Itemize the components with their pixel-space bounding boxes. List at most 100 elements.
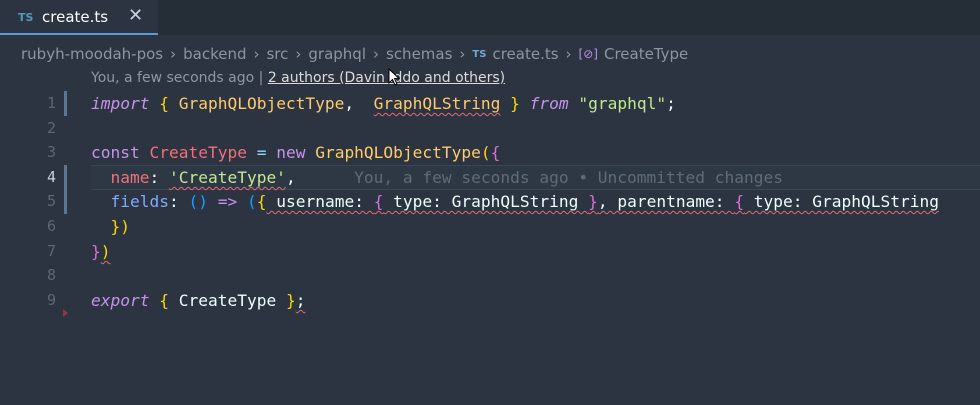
code-text: }) xyxy=(91,214,131,239)
code-token: type: GraphQLString xyxy=(383,192,589,211)
code-text: const CreateType = new GraphQLObjectType… xyxy=(91,140,500,165)
code-token: username: xyxy=(266,192,374,211)
codelens-prefix: You, a few seconds ago | xyxy=(91,70,264,86)
chevron-right-icon: › xyxy=(459,45,466,63)
code-token: GraphQLObjectType xyxy=(178,94,345,113)
code-text: fields: () => ( { username: { type: Graph… xyxy=(91,189,939,214)
code-token: } xyxy=(510,94,520,113)
code-token: name xyxy=(110,168,150,187)
code-line[interactable]: 8 xyxy=(0,263,980,288)
code-token: GraphQLObjectType xyxy=(315,143,481,162)
code-line[interactable]: 5 fields: () => ( { username: { type: Gra… xyxy=(0,189,980,214)
code-token: , xyxy=(344,94,374,113)
code-token: { xyxy=(490,143,501,162)
code-token: () xyxy=(188,192,208,211)
breadcrumb-item[interactable]: rubyh-moodah-pos xyxy=(21,45,163,63)
code-token: }) xyxy=(110,217,131,236)
breadcrumb: rubyh-moodah-pos › backend › src › graph… xyxy=(21,44,688,64)
line-number: 1 xyxy=(46,94,56,112)
code-line[interactable]: 1 import { GraphQLObjectType, GraphQLStri… xyxy=(0,91,980,116)
code-line[interactable]: 4 name: 'CreateType', You, a few seconds… xyxy=(0,165,980,190)
inline-blame: You, a few seconds ago • Uncommitted cha… xyxy=(295,168,783,187)
code-token: { xyxy=(159,291,169,310)
breadcrumb-file[interactable]: create.ts xyxy=(492,45,558,63)
close-icon[interactable]: ✕ xyxy=(128,5,143,26)
code-token: ) xyxy=(100,242,111,261)
line-number: 9 xyxy=(46,291,56,309)
chevron-right-icon: › xyxy=(565,45,572,63)
chevron-right-icon: › xyxy=(253,45,260,63)
chevron-right-icon: › xyxy=(373,45,379,63)
tab-bar: TS create.ts ✕ xyxy=(0,0,980,35)
code-token: { xyxy=(159,94,169,113)
line-number: 5 xyxy=(46,192,56,210)
code-token: GraphQLString xyxy=(373,94,501,113)
code-token: } xyxy=(91,242,101,261)
breadcrumb-symbol[interactable]: CreateType xyxy=(604,45,688,63)
code-token: ( xyxy=(246,192,257,211)
breadcrumb-item[interactable]: backend xyxy=(183,45,246,63)
code-token: CreateType xyxy=(178,291,277,310)
code-line[interactable]: 7}) xyxy=(0,239,980,264)
code-text: }) xyxy=(91,239,111,264)
code-token: const xyxy=(91,143,140,162)
code-token: = xyxy=(256,143,267,162)
chevron-right-icon: › xyxy=(295,45,302,63)
code-token: } xyxy=(588,192,598,211)
code-token: fields xyxy=(110,192,169,211)
line-number: 8 xyxy=(46,266,56,284)
git-change-marker xyxy=(64,91,67,116)
code-text: export { CreateType }; xyxy=(91,288,305,313)
git-change-marker xyxy=(64,165,67,190)
chevron-right-icon: › xyxy=(170,45,177,63)
line-number: 4 xyxy=(46,168,56,186)
typescript-icon: TS xyxy=(472,48,487,60)
code-line[interactable]: 3 const CreateType = new GraphQLObjectTyp… xyxy=(0,140,980,165)
code-text: name: 'CreateType', You, a few seconds a… xyxy=(91,165,783,190)
code-token: export xyxy=(91,291,150,310)
code-token: { xyxy=(373,192,384,211)
code-token: : xyxy=(149,168,169,187)
code-token: => xyxy=(217,192,238,211)
code-token: { xyxy=(734,192,745,211)
tab-create-ts[interactable]: TS create.ts ✕ xyxy=(0,0,158,35)
line-number: 6 xyxy=(46,217,56,235)
code-token: ; xyxy=(666,94,676,113)
codelens-blame: You, a few seconds ago | 2 authors (Davi… xyxy=(91,70,505,86)
mouse-pointer-icon xyxy=(388,68,401,86)
breadcrumb-item[interactable]: schemas xyxy=(386,45,452,63)
code-line[interactable]: 6 }) xyxy=(0,214,980,239)
tab-label: create.ts xyxy=(42,8,109,26)
code-token: } xyxy=(285,291,296,310)
code-token: new xyxy=(276,143,306,162)
code-token: "graphql" xyxy=(578,94,667,113)
code-token: from xyxy=(529,94,569,113)
code-line[interactable]: 9 export { CreateType }; xyxy=(0,288,980,313)
line-number: 2 xyxy=(46,119,56,137)
breadcrumb-item[interactable]: src xyxy=(266,45,288,63)
code-token: : xyxy=(168,192,189,211)
code-line[interactable]: 2 xyxy=(0,116,980,141)
breadcrumb-item[interactable]: graphql xyxy=(308,45,366,63)
code-token: , parentname: xyxy=(597,192,735,211)
code-text: import { GraphQLObjectType, GraphQLStrin… xyxy=(91,91,676,116)
codelens-authors-link[interactable]: 2 authors (Davin Iddo and others) xyxy=(268,70,505,86)
typescript-icon: TS xyxy=(18,11,34,24)
code-token: , xyxy=(285,168,296,187)
line-number: 3 xyxy=(46,143,56,161)
code-token: ; xyxy=(295,291,306,310)
git-change-marker xyxy=(64,189,67,214)
code-token: CreateType xyxy=(149,143,247,162)
